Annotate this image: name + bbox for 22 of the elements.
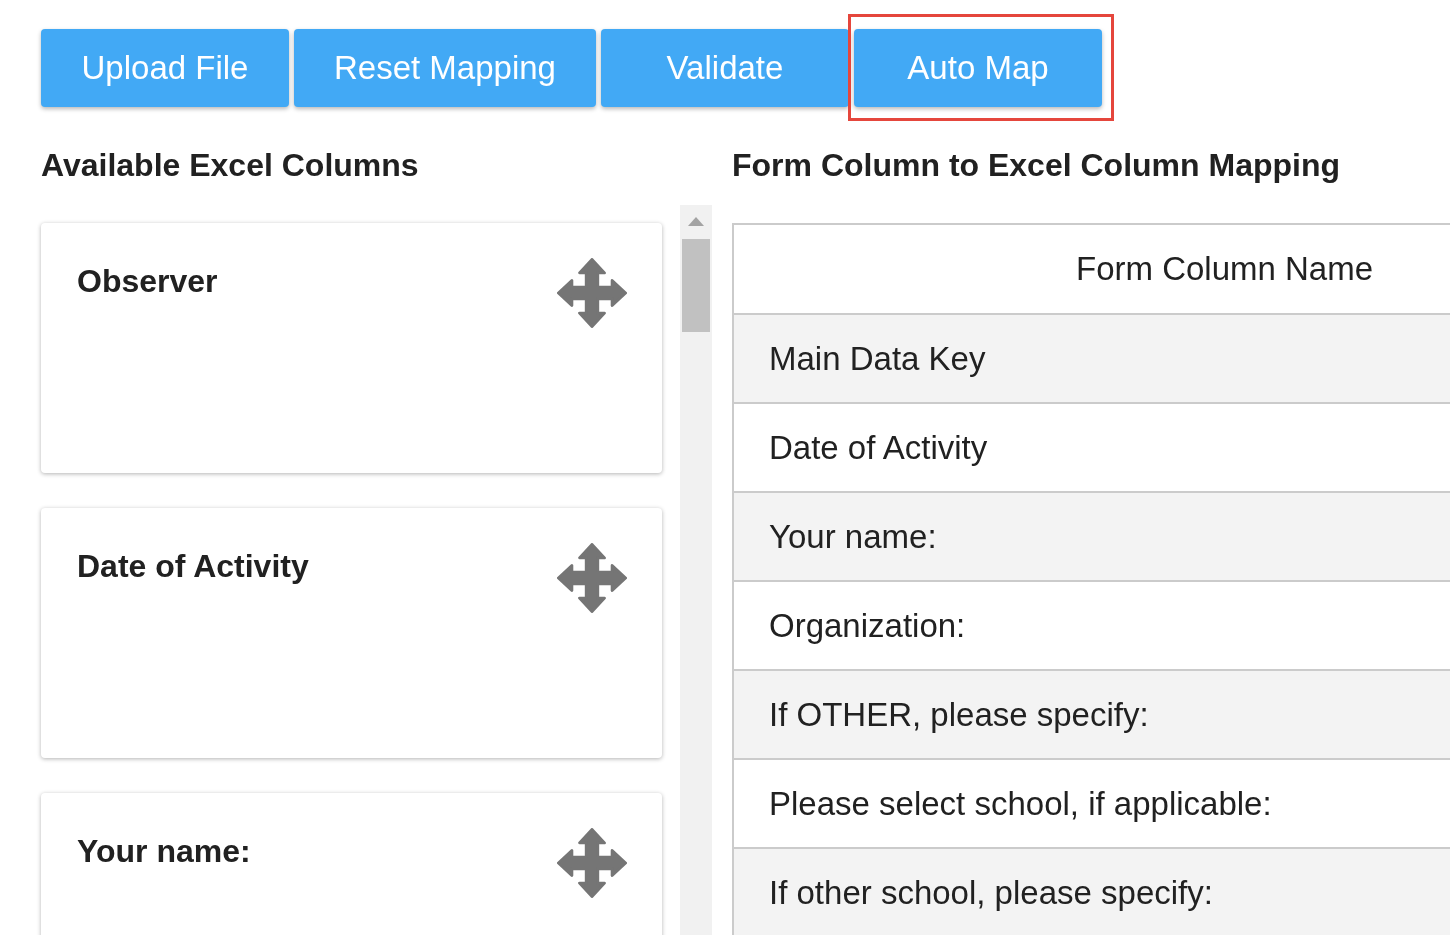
column-name: Your name: bbox=[77, 832, 251, 871]
toolbar-button[interactable]: Upload File bbox=[41, 29, 289, 107]
column-name: Observer bbox=[77, 262, 218, 301]
table-cell: Your name: bbox=[734, 491, 1450, 580]
toolbar-button[interactable]: Auto Map bbox=[853, 29, 1102, 107]
column-card[interactable]: Your name: bbox=[41, 793, 662, 935]
column-header: Form Column Name bbox=[1076, 249, 1374, 289]
toolbar-button[interactable]: Reset Mapping bbox=[294, 29, 596, 107]
section-heading: Available Excel Columns bbox=[41, 146, 419, 185]
table-cell: Main Data Key bbox=[734, 313, 1450, 402]
section-heading: Form Column to Excel Column Mapping bbox=[732, 146, 1340, 185]
column-card[interactable]: Observer bbox=[41, 223, 662, 473]
column-name: Date of Activity bbox=[77, 547, 309, 586]
move-arrows-icon[interactable] bbox=[557, 258, 627, 328]
table-cell: If other school, please specify: bbox=[734, 847, 1450, 935]
move-arrows-icon[interactable] bbox=[557, 828, 627, 898]
move-arrows-icon[interactable] bbox=[557, 543, 627, 613]
scrollbar[interactable] bbox=[680, 205, 712, 935]
table-cell: If OTHER, please specify: bbox=[734, 669, 1450, 758]
column-card[interactable]: Date of Activity bbox=[41, 508, 662, 758]
scrollbar-thumb[interactable] bbox=[682, 239, 710, 332]
toolbar-button[interactable]: Validate bbox=[600, 29, 849, 107]
